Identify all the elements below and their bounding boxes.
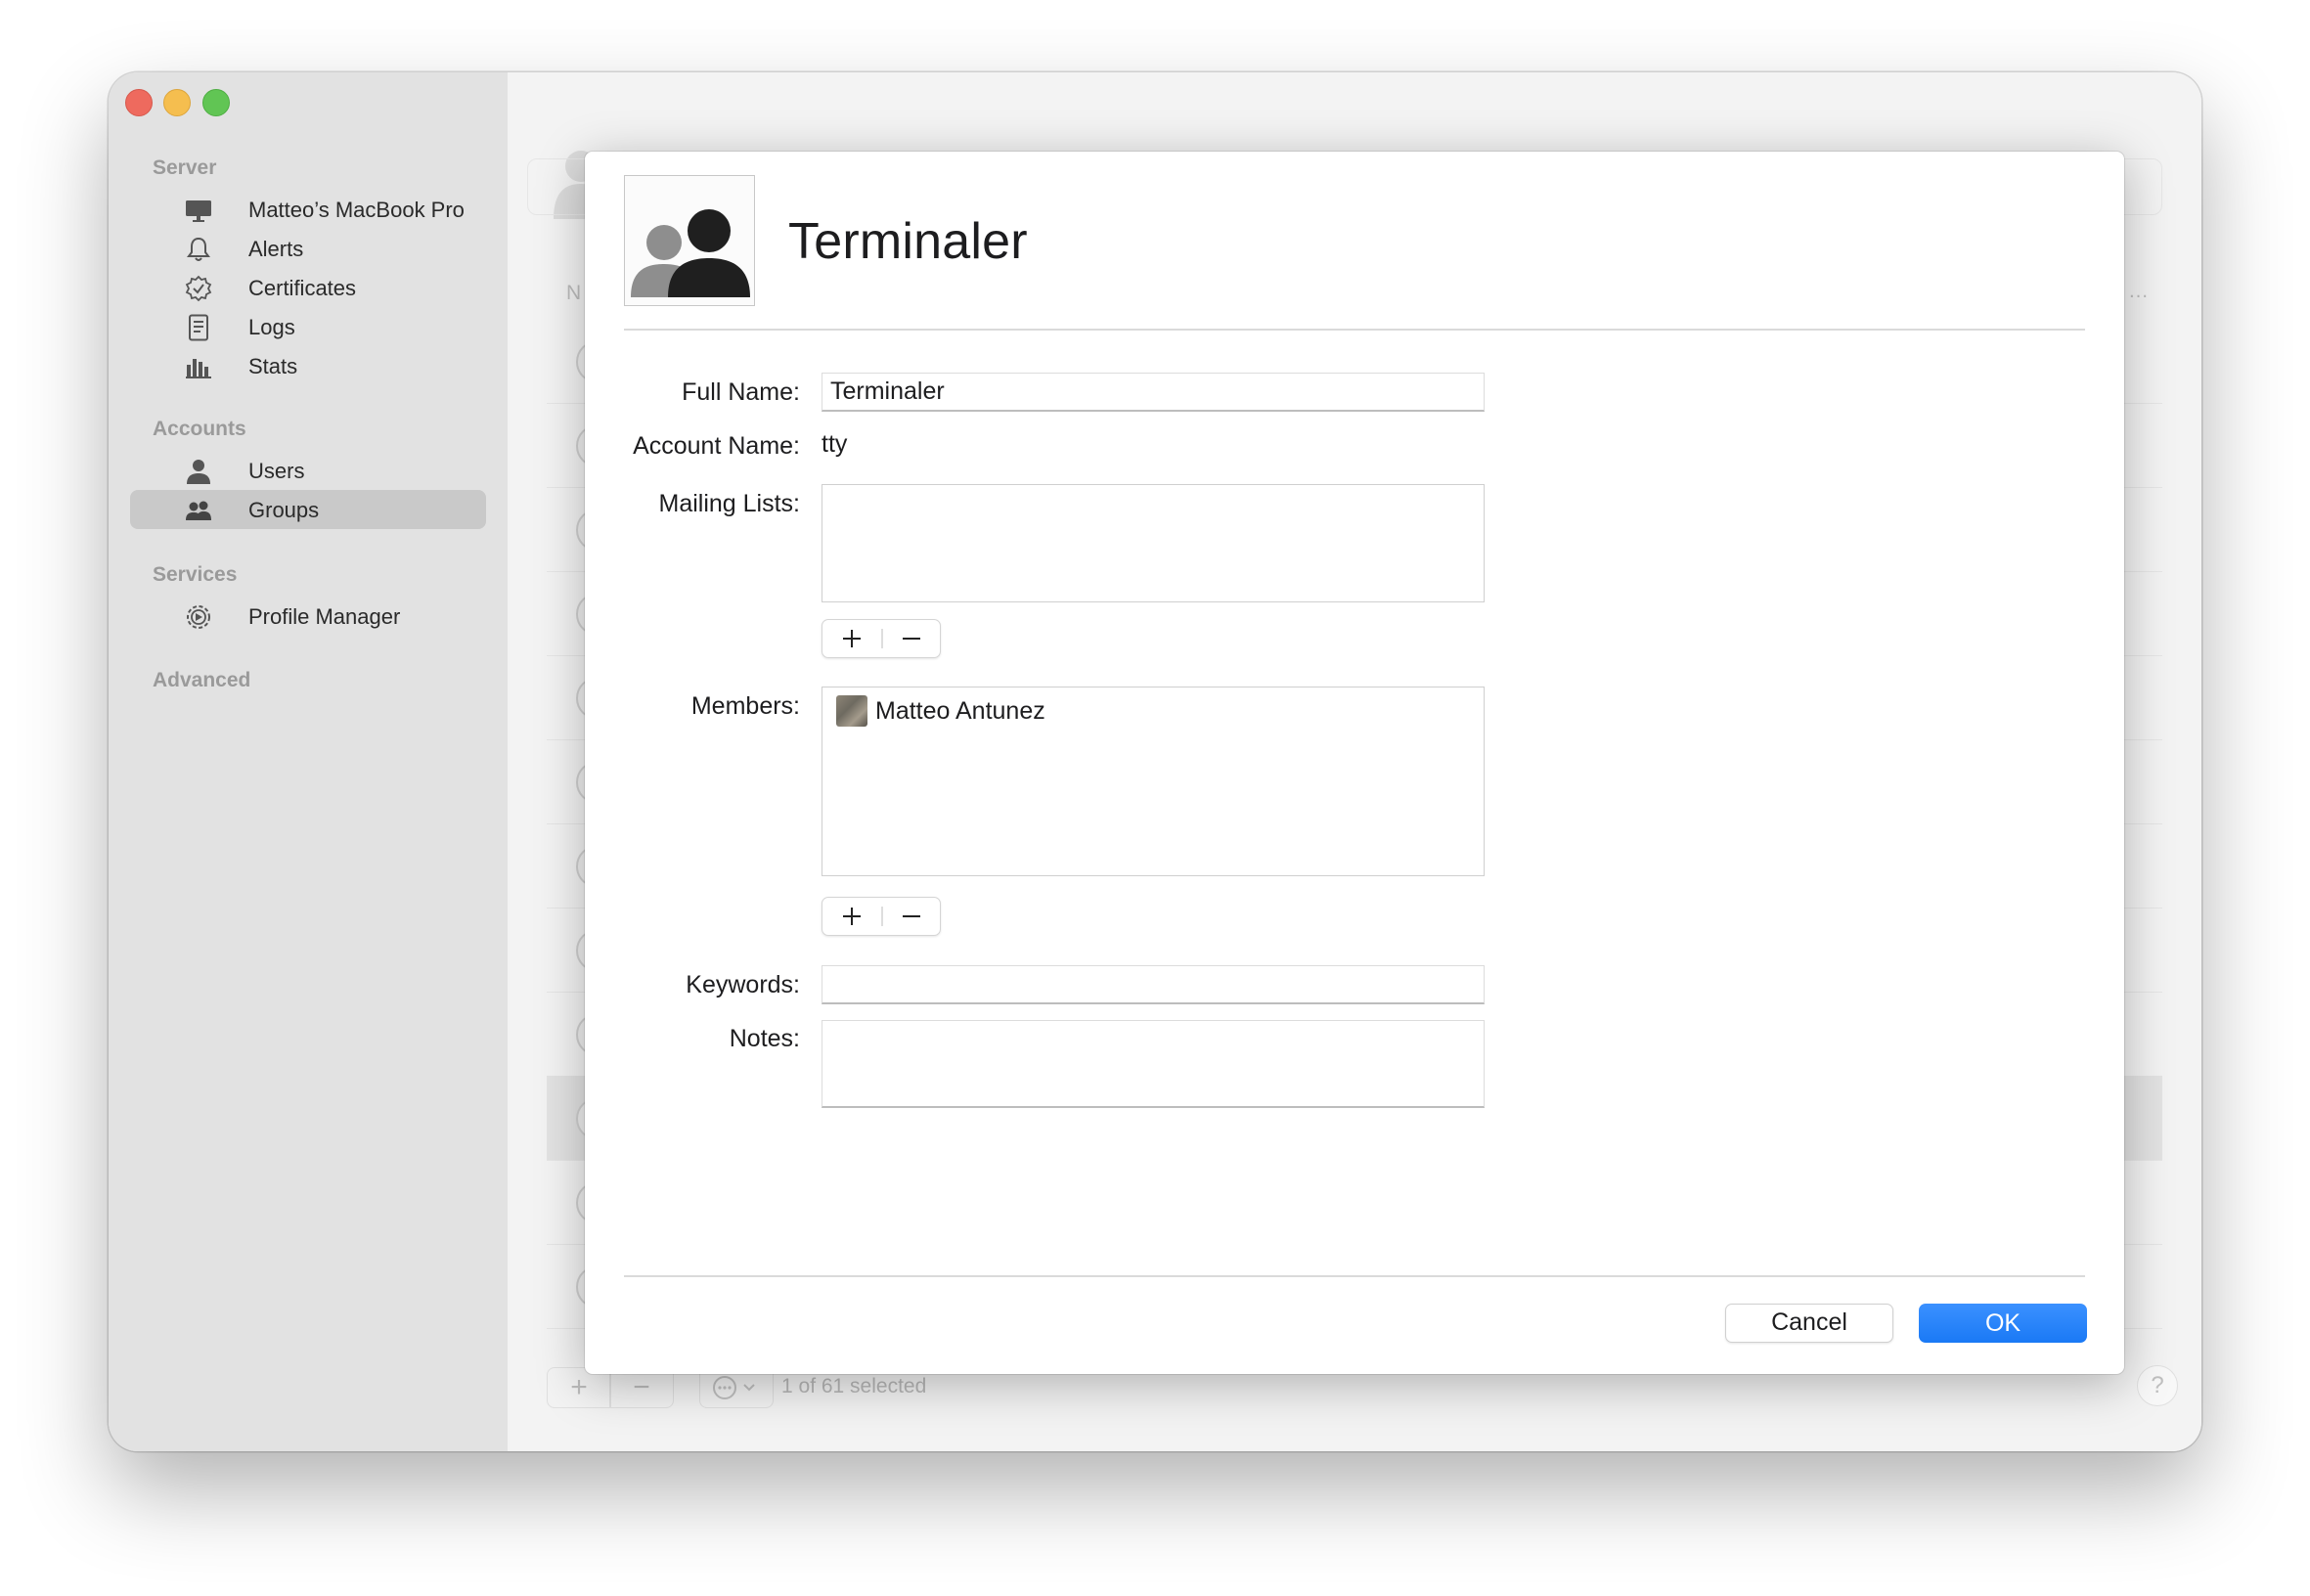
minus-icon	[903, 915, 920, 917]
sidebar-item-server[interactable]: Matteo’s MacBook Pro	[130, 190, 486, 229]
group-title: Terminaler	[788, 213, 1028, 270]
plus-icon	[843, 630, 861, 647]
sidebar-item-label: Certificates	[248, 276, 357, 300]
sidebar-item-groups[interactable]: Groups	[130, 490, 486, 529]
account-name-label: Account Name:	[633, 432, 800, 460]
sidebar-item-label: Profile Manager	[248, 604, 401, 629]
sidebar: Server Matteo’s MacBook Pro Alerts Certi…	[109, 72, 509, 1451]
cancel-button[interactable]: Cancel	[1725, 1304, 1893, 1343]
footer-divider	[624, 1275, 2085, 1277]
bell-icon	[187, 237, 210, 261]
ellipsis-circle-icon	[713, 1376, 755, 1399]
help-button[interactable]: ?	[2137, 1365, 2178, 1406]
account-name-value: tty	[822, 430, 848, 458]
mailing-lists-box[interactable]	[822, 484, 1485, 602]
list-item[interactable]: Matteo Antunez	[836, 691, 1045, 731]
display-icon	[186, 200, 211, 222]
sidebar-section-services: Services	[153, 563, 238, 586]
bar-chart-icon	[186, 359, 211, 378]
sidebar-section-server: Server	[153, 156, 217, 179]
group-edit-sheet: Terminaler Full Name: Terminaler Account…	[585, 152, 2124, 1374]
plus-icon	[843, 908, 861, 925]
keywords-label: Keywords:	[686, 971, 800, 998]
sidebar-item-profile-manager[interactable]: Profile Manager	[130, 597, 486, 636]
sidebar-item-alerts[interactable]: Alerts	[130, 229, 486, 268]
member-name: Matteo Antunez	[875, 696, 1045, 725]
group-icon	[631, 209, 750, 297]
members-add-remove	[822, 897, 941, 936]
column-overflow-icon[interactable]: …	[2128, 280, 2149, 303]
sidebar-item-label: Matteo’s MacBook Pro	[248, 198, 465, 222]
sidebar-item-stats[interactable]: Stats	[130, 346, 486, 385]
sidebar-item-label: Logs	[248, 315, 295, 339]
sidebar-item-label: Groups	[248, 498, 320, 522]
remove-mailing-list-button[interactable]	[882, 620, 941, 657]
user-icon	[187, 460, 210, 484]
group-icon	[186, 501, 211, 520]
sidebar-item-logs[interactable]: Logs	[130, 307, 486, 346]
minus-icon	[903, 638, 920, 640]
members-list[interactable]: Matteo Antunez	[822, 687, 1485, 876]
ok-button[interactable]: OK	[1919, 1304, 2087, 1343]
mailing-lists-add-remove	[822, 619, 941, 658]
keywords-field[interactable]	[822, 965, 1485, 1004]
sidebar-item-label: Alerts	[248, 237, 304, 261]
full-name-label: Full Name:	[682, 378, 800, 406]
notes-field[interactable]	[822, 1020, 1485, 1108]
selection-status: 1 of 61 selected	[781, 1375, 927, 1397]
mailing-lists-label: Mailing Lists:	[658, 490, 801, 517]
members-label: Members:	[690, 692, 800, 720]
column-header-name[interactable]: N	[566, 282, 581, 305]
header-divider	[624, 329, 2085, 331]
sidebar-item-users[interactable]: Users	[130, 451, 486, 490]
group-avatar[interactable]	[624, 175, 755, 306]
member-avatar	[836, 695, 867, 727]
certificate-icon	[185, 275, 212, 302]
gear-icon	[187, 605, 210, 629]
sidebar-item-label: Stats	[248, 354, 298, 378]
sidebar-item-label: Users	[248, 459, 305, 483]
sidebar-section-accounts: Accounts	[153, 418, 246, 440]
add-mailing-list-button[interactable]	[822, 620, 881, 657]
full-name-field[interactable]: Terminaler	[822, 373, 1485, 412]
remove-member-button[interactable]	[882, 898, 941, 935]
minimize-window-button[interactable]	[163, 89, 191, 116]
sidebar-item-certificates[interactable]: Certificates	[130, 268, 486, 307]
zoom-window-button[interactable]	[202, 89, 230, 116]
notes-label: Notes:	[729, 1025, 800, 1052]
close-window-button[interactable]	[125, 89, 153, 116]
add-member-button[interactable]	[822, 898, 881, 935]
document-icon	[189, 314, 208, 341]
sidebar-section-advanced[interactable]: Advanced	[153, 669, 250, 692]
